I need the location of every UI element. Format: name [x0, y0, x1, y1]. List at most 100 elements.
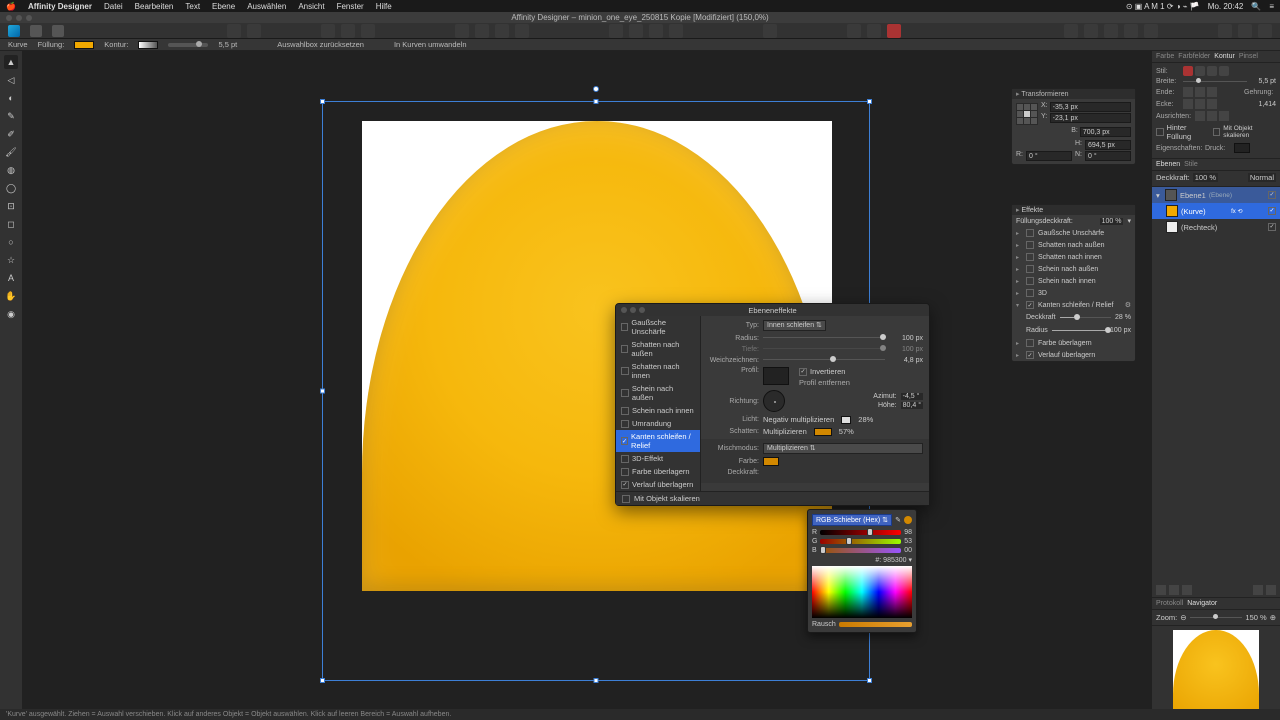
effect-checkbox[interactable]: [621, 345, 628, 353]
dialog-effect-item[interactable]: 3D-Effekt: [616, 452, 700, 465]
tab-farbfelder[interactable]: Farbfelder: [1178, 53, 1210, 60]
corner-tool[interactable]: ◐: [4, 91, 18, 105]
deck-slider[interactable]: [1060, 313, 1111, 322]
eyedropper-icon[interactable]: ✎: [895, 516, 901, 524]
toolbar-btn[interactable]: [227, 24, 241, 38]
menu-fenster[interactable]: Fenster: [337, 2, 364, 11]
layer-delete-btn[interactable]: [1266, 585, 1276, 595]
effect-checkbox[interactable]: [621, 420, 629, 428]
layer-visible-checkbox[interactable]: [1268, 207, 1276, 215]
brush-tool[interactable]: 🖌: [4, 145, 18, 159]
w-input[interactable]: [1080, 127, 1131, 137]
dialog-effect-item[interactable]: Farbe überlagern: [616, 465, 700, 478]
menubar-extras[interactable]: ⊙ ▣ A M 1 ⟳ ◑ ⌁ 🏳️: [1126, 2, 1200, 11]
toolbar-btn[interactable]: [669, 24, 683, 38]
ellipse-tool[interactable]: ○: [4, 235, 18, 249]
transparency-tool[interactable]: ◯: [4, 181, 18, 195]
toolbar-btn[interactable]: [1218, 24, 1232, 38]
hex-value[interactable]: 985300: [883, 557, 906, 564]
toolbar-btn[interactable]: [847, 24, 861, 38]
effect-row[interactable]: ▸Gaußsche Unschärfe: [1012, 227, 1135, 239]
fill-swatch[interactable]: [74, 41, 94, 49]
azimuth-value[interactable]: -4,5 °: [901, 393, 923, 400]
convert-curves-btn[interactable]: In Kurven umwandeln: [394, 40, 467, 49]
dialog-effect-item[interactable]: Umrandung: [616, 417, 700, 430]
toolbar-btn[interactable]: [515, 24, 529, 38]
align-center-btn[interactable]: [1195, 111, 1205, 121]
transform-panel[interactable]: ▸ Transformieren X: Y: B: H: R: N:: [1011, 88, 1136, 165]
spotlight-icon[interactable]: 🔍: [1251, 2, 1261, 11]
effect-row[interactable]: ▾Kanten schleifen / Relief⚙: [1012, 299, 1135, 311]
effect-checkbox[interactable]: [1026, 277, 1034, 285]
effect-checkbox[interactable]: [1026, 241, 1034, 249]
shape-tool[interactable]: ◻: [4, 217, 18, 231]
toolbar-btn[interactable]: [867, 24, 881, 38]
g-value[interactable]: 53: [904, 538, 912, 545]
menu-text[interactable]: Text: [185, 2, 200, 11]
effect-row[interactable]: ▸Verlauf überlagern: [1012, 349, 1135, 361]
zoom-out-btn[interactable]: ⊖: [1180, 613, 1186, 622]
effect-checkbox[interactable]: [1026, 301, 1034, 309]
stroke-style-none[interactable]: [1195, 66, 1205, 76]
color-popover[interactable]: RGB-Schieber (Hex) ⇅✎ R98 G53 B00 #: 985…: [807, 509, 917, 633]
scale-with-object-checkbox[interactable]: [622, 495, 630, 503]
toolbar-btn[interactable]: [763, 24, 777, 38]
depth-slider[interactable]: [763, 345, 885, 353]
tab-kontur[interactable]: Kontur: [1214, 53, 1235, 60]
layer-visible-checkbox[interactable]: [1268, 223, 1276, 231]
x-input[interactable]: [1050, 102, 1131, 112]
layer-row-kurve[interactable]: (Kurve)fx ⟲: [1152, 203, 1280, 219]
menu-datei[interactable]: Datei: [104, 2, 123, 11]
layer-add-btn[interactable]: [1253, 585, 1263, 595]
resize-handle-sw[interactable]: [320, 678, 325, 683]
r-slider[interactable]: [820, 530, 901, 535]
join-round-btn[interactable]: [1195, 99, 1205, 109]
toolbar-btn[interactable]: [475, 24, 489, 38]
b-slider[interactable]: [820, 548, 902, 553]
effect-checkbox[interactable]: [1026, 351, 1034, 359]
star-tool[interactable]: ☆: [4, 253, 18, 267]
effect-checkbox[interactable]: [621, 455, 629, 463]
stroke-style-dash[interactable]: [1207, 66, 1217, 76]
dialog-effect-item[interactable]: Verlauf überlagern: [616, 478, 700, 491]
tab-navigator[interactable]: Navigator: [1187, 600, 1217, 607]
notif-icon[interactable]: ≡: [1269, 2, 1274, 11]
persona-pixel-icon[interactable]: [30, 25, 42, 37]
fill-opacity-value[interactable]: 100 %: [1100, 218, 1124, 225]
g-slider[interactable]: [820, 539, 901, 544]
color-picker-tool[interactable]: ◉: [4, 307, 18, 321]
layer-adj-btn[interactable]: [1169, 585, 1179, 595]
n-input[interactable]: [1085, 151, 1131, 161]
effect-checkbox[interactable]: [621, 437, 628, 445]
b-value[interactable]: 00: [904, 547, 912, 554]
dialog-effect-item[interactable]: Gaußsche Unschärfe: [616, 316, 700, 338]
zoom-slider[interactable]: [1190, 614, 1243, 621]
resize-handle-w[interactable]: [320, 389, 325, 394]
toolbar-btn[interactable]: [495, 24, 509, 38]
align-inside-btn[interactable]: [1207, 111, 1217, 121]
toolbar-btn[interactable]: [1064, 24, 1078, 38]
node-tool[interactable]: ◁: [4, 73, 18, 87]
effect-row[interactable]: ▸Schatten nach außen: [1012, 239, 1135, 251]
h-input[interactable]: [1085, 140, 1131, 150]
toolbar-btn[interactable]: [1238, 24, 1252, 38]
align-outside-btn[interactable]: [1219, 111, 1229, 121]
layer-effects-dialog[interactable]: Ebeneneffekte Gaußsche UnschärfeSchatten…: [615, 303, 930, 506]
effect-checkbox[interactable]: [621, 323, 628, 331]
r-input[interactable]: [1026, 151, 1072, 161]
layer-fx-btn[interactable]: [1156, 585, 1166, 595]
layer-row-rechteck[interactable]: (Rechteck): [1152, 219, 1280, 235]
r-value[interactable]: 98: [904, 529, 912, 536]
dialog-effect-item[interactable]: Schatten nach innen: [616, 360, 700, 382]
remove-profile-btn[interactable]: Profil entfernen: [799, 378, 850, 387]
dialog-effect-item[interactable]: Schein nach außen: [616, 382, 700, 404]
resize-handle-n[interactable]: [594, 99, 599, 104]
toolbar-btn[interactable]: [1258, 24, 1272, 38]
effect-row[interactable]: ▸Schatten nach innen: [1012, 251, 1135, 263]
dialog-effect-item[interactable]: Kanten schleifen / Relief: [616, 430, 700, 452]
toolbar-btn[interactable]: [629, 24, 643, 38]
noise-slider[interactable]: [839, 622, 912, 627]
join-miter-btn[interactable]: [1183, 99, 1193, 109]
soften-slider[interactable]: [763, 356, 885, 364]
app-name[interactable]: Affinity Designer: [28, 2, 92, 11]
